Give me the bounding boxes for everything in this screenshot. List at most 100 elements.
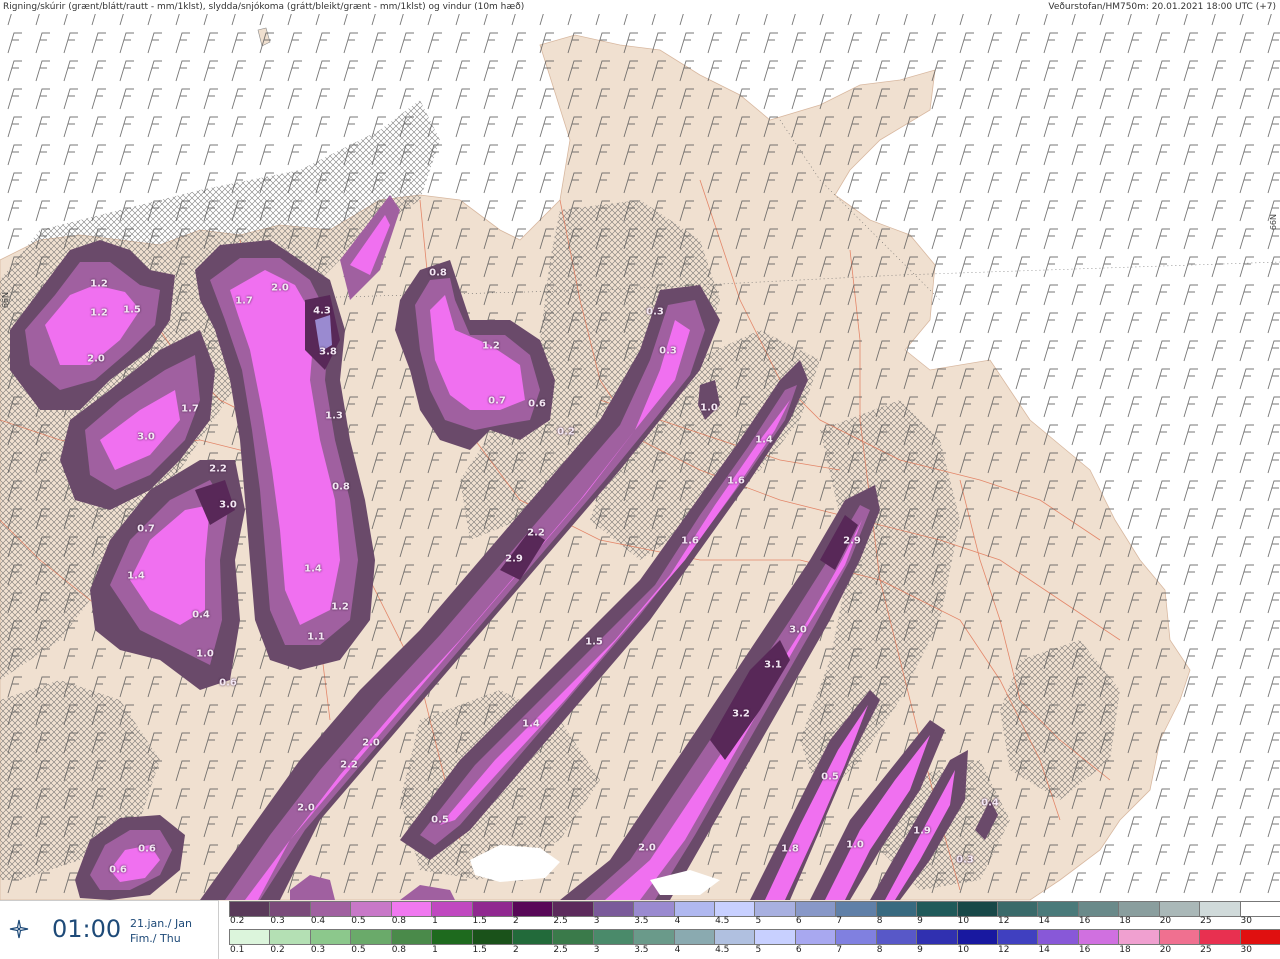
forecast-time: 01:00 <box>52 915 122 943</box>
snow-label: 0.4 <box>310 916 326 926</box>
precip-value-label: 3.8 <box>319 346 337 358</box>
precip-value-label: 2.2 <box>527 527 545 539</box>
snow-swatch <box>472 902 513 916</box>
precip-value-label: 1.2 <box>331 601 349 613</box>
rain-swatch <box>836 930 877 944</box>
snow-label: 18 <box>1119 916 1131 926</box>
snow-swatch <box>674 902 716 916</box>
snow-label: 16 <box>1078 916 1091 926</box>
rain-swatch <box>1078 930 1120 944</box>
snow-swatch <box>230 902 271 916</box>
precip-value-label: 2.0 <box>638 842 656 854</box>
snow-label: 2 <box>512 916 519 926</box>
rain-label: 0.3 <box>310 945 326 955</box>
rain-label: 0.2 <box>270 945 285 955</box>
snow-label: 2.5 <box>553 916 568 926</box>
snow-swatch <box>876 902 918 916</box>
precip-value-label: 0.7 <box>488 395 506 407</box>
rain-swatch <box>876 930 918 944</box>
precip-value-label: 1.7 <box>181 403 199 415</box>
rain-swatch <box>1240 930 1280 944</box>
rain-swatch <box>1159 930 1201 944</box>
rain-swatch <box>1038 930 1079 944</box>
precip-value-label: 1.5 <box>585 636 603 648</box>
precip-value-label: 1.7 <box>235 295 253 307</box>
snow-label: 6 <box>795 916 802 926</box>
rain-swatch <box>230 930 271 944</box>
precip-value-label: 1.8 <box>781 843 799 855</box>
snow-swatch <box>310 902 352 916</box>
snow-swatch <box>634 902 675 916</box>
precip-value-label: 1.2 <box>90 278 108 290</box>
rain-swatch <box>553 930 594 944</box>
snow-label: 25 <box>1200 916 1212 926</box>
snow-label: 14 <box>1038 916 1050 926</box>
precip-value-label: 1.2 <box>90 307 108 319</box>
snow-swatch <box>1078 902 1120 916</box>
snow-swatch <box>432 902 473 916</box>
rain-legend-colorbar <box>229 929 1280 945</box>
snow-label: 1 <box>432 916 438 926</box>
forecast-time-panel: 01:00 21.jan./ Jan Fim./ Thu <box>0 900 219 959</box>
rain-swatch <box>674 930 716 944</box>
rain-swatch <box>270 930 311 944</box>
precip-value-label: 1.4 <box>755 434 773 446</box>
rain-label: 25 <box>1200 945 1212 955</box>
precip-value-label: 3.0 <box>137 431 155 443</box>
precip-value-label: 1.0 <box>846 839 864 851</box>
precip-value-label: 1.6 <box>727 475 745 487</box>
precip-value-label: 2.2 <box>209 463 227 475</box>
rain-label: 7 <box>836 945 843 955</box>
snow-label: 10 <box>957 916 970 926</box>
precip-value-label: 1.2 <box>482 340 500 352</box>
precip-value-label: 2.0 <box>271 282 289 294</box>
latitude-label-right: 66N <box>1269 214 1278 231</box>
snow-swatch <box>512 902 554 916</box>
snow-label: 0.3 <box>270 916 285 926</box>
snow-label: 20 <box>1159 916 1172 926</box>
compass-star-icon[interactable] <box>9 919 29 939</box>
rain-label: 14 <box>1038 945 1050 955</box>
precip-value-label: 0.2 <box>557 426 575 438</box>
latitude-label-left: 66N <box>1 292 10 309</box>
rain-label: 0.1 <box>230 945 245 955</box>
snow-label: 4.5 <box>715 916 730 926</box>
rain-swatch <box>634 930 675 944</box>
rain-label: 3.5 <box>634 945 649 955</box>
rain-label: 3 <box>593 945 600 955</box>
rain-swatch <box>351 930 392 944</box>
precip-value-label: 0.3 <box>659 345 677 357</box>
snow-swatch <box>270 902 311 916</box>
rain-label: 6 <box>795 945 802 955</box>
precip-value-label: 2.0 <box>362 737 380 749</box>
snow-swatch <box>917 902 958 916</box>
precip-value-label: 0.3 <box>956 854 974 866</box>
precip-value-label: 0.8 <box>429 267 447 279</box>
rain-swatch <box>1119 930 1160 944</box>
map-title: Rigning/skúrir (grænt/blátt/rautt - mm/1… <box>3 2 525 12</box>
precip-value-label: 1.0 <box>700 402 718 414</box>
precip-value-label: 0.4 <box>981 797 999 809</box>
snow-swatch <box>351 902 392 916</box>
snow-swatch <box>553 902 594 916</box>
precip-value-label: 0.5 <box>821 771 839 783</box>
precip-value-label: 2.9 <box>843 535 861 547</box>
source-timestamp: Veðurstofan/HM750m: 20.01.2021 18:00 UTC… <box>1048 2 1276 12</box>
precip-value-label: 0.4 <box>192 609 210 621</box>
rain-label: 20 <box>1159 945 1172 955</box>
precip-value-label: 1.4 <box>127 570 145 582</box>
rain-label: 10 <box>957 945 970 955</box>
snow-label: 9 <box>917 916 923 926</box>
precip-value-label: 2.2 <box>340 759 358 771</box>
rain-swatch <box>593 930 635 944</box>
rain-swatch <box>715 930 756 944</box>
precip-value-label: 1.0 <box>196 648 214 660</box>
rain-label: 1.5 <box>472 945 487 955</box>
snow-swatch <box>1200 902 1241 916</box>
rain-label: 18 <box>1119 945 1131 955</box>
precip-value-label: 1.3 <box>325 410 343 422</box>
snow-label: 12 <box>998 916 1010 926</box>
forecast-date: 21.jan./ Jan <box>130 917 192 930</box>
rain-swatch <box>472 930 513 944</box>
precip-value-label: 2.0 <box>297 802 315 814</box>
